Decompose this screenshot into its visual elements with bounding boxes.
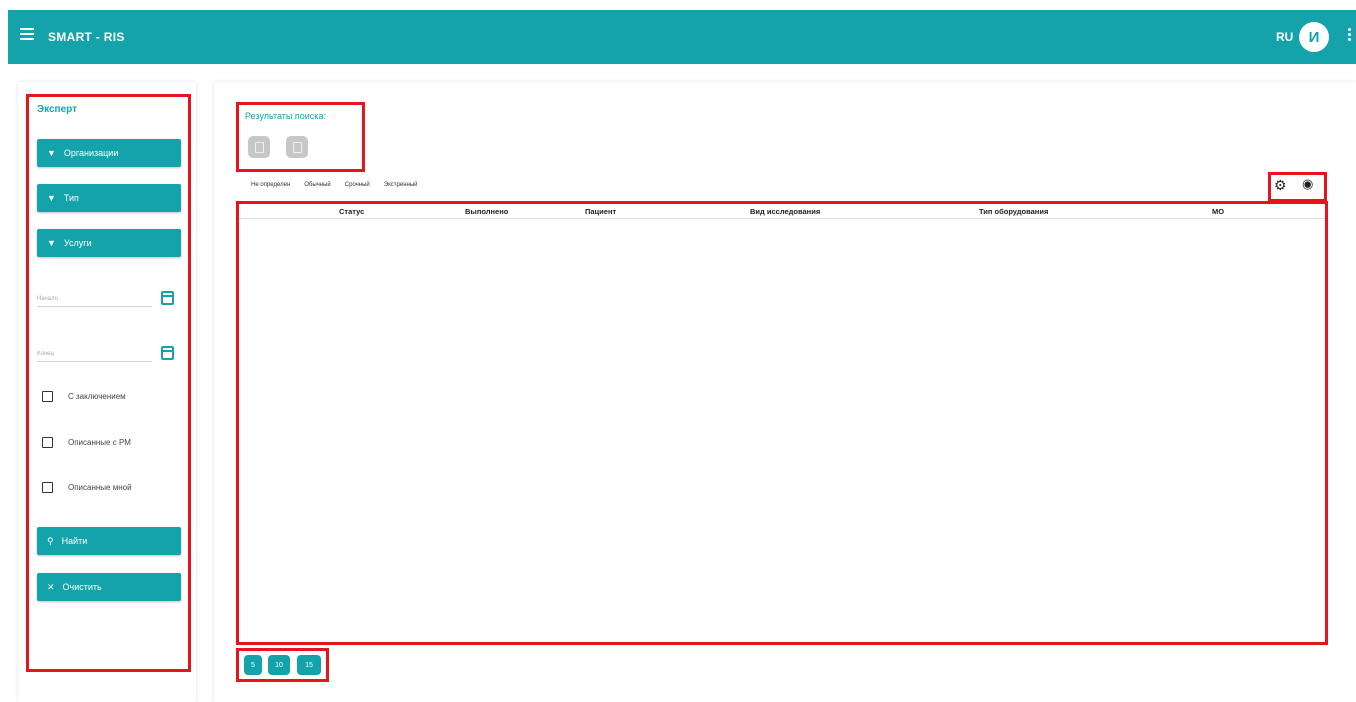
calendar-icon[interactable] bbox=[161, 291, 174, 305]
filter-icon: ▼ bbox=[47, 148, 56, 158]
with-conclusion-label: С заключением bbox=[68, 391, 126, 401]
page-size-10-button[interactable]: 10 bbox=[268, 655, 290, 675]
column-patient[interactable]: Пациент bbox=[585, 207, 616, 216]
column-status[interactable]: Статус bbox=[339, 207, 364, 216]
type-filter-button[interactable]: ▼ Тип bbox=[37, 184, 181, 212]
described-with-rm-label: Описанные с РМ bbox=[68, 437, 131, 447]
search-button[interactable]: ⚲ Найти bbox=[37, 527, 181, 555]
search-icon: ⚲ bbox=[47, 535, 54, 546]
organizations-filter-label: Организации bbox=[63, 148, 119, 158]
more-vert-icon[interactable] bbox=[1348, 28, 1352, 44]
services-filter-label: Услуги bbox=[63, 238, 92, 248]
with-conclusion-checkbox[interactable]: С заключением bbox=[42, 389, 126, 403]
app-bar: SMART - RIS RU И bbox=[8, 10, 1356, 64]
close-icon: ✕ bbox=[47, 581, 55, 592]
column-completed[interactable]: Выполнено bbox=[465, 207, 508, 216]
results-table bbox=[236, 201, 1328, 645]
eye-off-icon[interactable]: ◉ bbox=[1302, 177, 1313, 191]
described-by-me-label: Описанные мной bbox=[68, 482, 132, 492]
search-button-label: Найти bbox=[61, 536, 88, 546]
column-equipment-type[interactable]: Тип оборудования bbox=[979, 207, 1048, 216]
document-icon bbox=[254, 141, 264, 153]
filter-icon: ▼ bbox=[47, 238, 56, 248]
tab-emergency[interactable]: Экстренный bbox=[384, 182, 418, 188]
page: SMART - RIS RU И Эксперт ▼ Организации ▼… bbox=[0, 0, 1356, 702]
urgency-tabs: Не определен Обычный Срочный Экстренный bbox=[251, 182, 432, 188]
type-filter-label: Тип bbox=[63, 193, 79, 203]
column-study-type[interactable]: Вид исследования bbox=[750, 207, 820, 216]
export-document-button[interactable] bbox=[248, 136, 270, 158]
filter-icon: ▼ bbox=[47, 193, 56, 203]
checkbox-icon[interactable] bbox=[42, 390, 53, 402]
export-table-button[interactable] bbox=[286, 136, 308, 158]
page-size-15-button[interactable]: 15 bbox=[297, 655, 321, 675]
date-from-placeholder: Начало bbox=[37, 296, 58, 302]
menu-icon[interactable] bbox=[20, 28, 34, 40]
gear-icon[interactable]: ⚙ bbox=[1274, 178, 1287, 192]
page-size-5-button[interactable]: 5 bbox=[244, 655, 262, 675]
date-from-field[interactable]: Начало bbox=[37, 285, 181, 307]
tab-urgent[interactable]: Срочный bbox=[345, 182, 370, 188]
tab-not-defined[interactable]: Не определен bbox=[251, 182, 290, 188]
filters-title: Эксперт bbox=[37, 104, 78, 115]
calendar-icon[interactable] bbox=[161, 346, 174, 360]
services-filter-button[interactable]: ▼ Услуги bbox=[37, 229, 181, 257]
date-to-placeholder: Конец bbox=[37, 351, 54, 357]
results-title: Результаты поиска: bbox=[245, 111, 326, 121]
app-title: SMART - RIS bbox=[48, 30, 125, 44]
table-header: Статус Выполнено Пациент Вид исследовани… bbox=[239, 204, 1325, 219]
clear-button-label: Очистить bbox=[62, 582, 102, 592]
checkbox-icon[interactable] bbox=[42, 481, 53, 493]
described-by-me-checkbox[interactable]: Описанные мной bbox=[42, 480, 132, 494]
organizations-filter-button[interactable]: ▼ Организации bbox=[37, 139, 181, 167]
language-switch[interactable]: RU bbox=[1276, 30, 1293, 44]
date-to-field[interactable]: Конец bbox=[37, 340, 181, 362]
table-icon bbox=[292, 141, 302, 153]
described-with-rm-checkbox[interactable]: Описанные с РМ bbox=[42, 435, 131, 449]
clear-button[interactable]: ✕ Очистить bbox=[37, 573, 181, 601]
checkbox-icon[interactable] bbox=[42, 436, 53, 448]
column-mo[interactable]: МО bbox=[1212, 207, 1224, 216]
avatar[interactable]: И bbox=[1299, 22, 1329, 52]
tab-normal[interactable]: Обычный bbox=[304, 182, 331, 188]
